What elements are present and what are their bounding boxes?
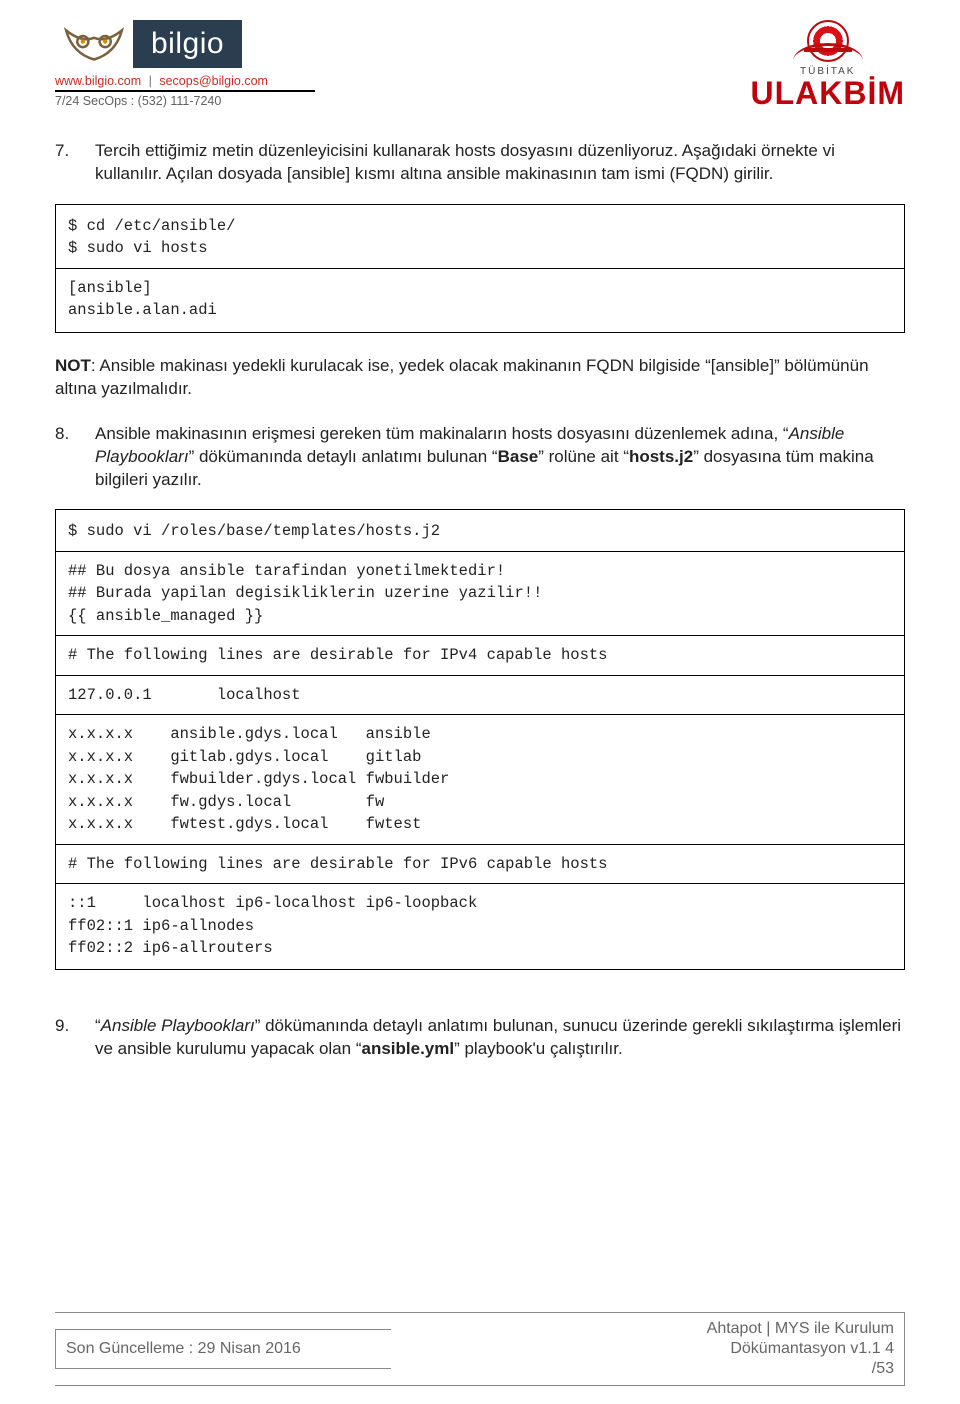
page-footer: Son Güncelleme : 29 Nisan 2016 Ahtapot |…: [55, 1312, 905, 1386]
text: ” playbook'u çalıştırılır.: [454, 1039, 623, 1058]
note-label: NOT: [55, 356, 91, 375]
header-left: bilgio www.bilgio.com | secops@bilgio.co…: [55, 20, 315, 108]
code-line: ## Bu dosya ansible tarafindan yonetilme…: [68, 562, 542, 625]
text: Ansible makinasının erişmesi gereken tüm…: [95, 424, 789, 443]
owl-logo-icon: [55, 20, 133, 68]
page-header: bilgio www.bilgio.com | secops@bilgio.co…: [55, 20, 905, 112]
text: ” dökümanında detaylı anlatımı bulunan “: [189, 447, 498, 466]
document-content: 7. Tercih ettiğimiz metin düzenleyicisin…: [55, 140, 905, 1061]
note-body: : Ansible makinası yedekli kurulacak ise…: [55, 356, 869, 398]
note-paragraph: NOT: Ansible makinası yedekli kurulacak …: [55, 355, 905, 401]
footer-page: /53: [707, 1359, 894, 1379]
list-number: 7.: [55, 140, 95, 186]
code-line: # The following lines are desirable for …: [68, 855, 608, 873]
footer-doc-info: Ahtapot | MYS ile Kurulum Dökümantasyon …: [667, 1313, 904, 1385]
list-number: 9.: [55, 1015, 95, 1061]
footer-version: Dökümantasyon v1.1 4: [707, 1339, 894, 1359]
brand-badge: bilgio: [133, 20, 242, 68]
code-line: x.x.x.x ansible.gdys.local ansible x.x.x…: [68, 725, 449, 833]
code-line: ::1 localhost ip6-localhost ip6-loopback…: [68, 894, 477, 957]
text-bold: hosts.j2: [629, 447, 693, 466]
code-block-hosts-j2: $ sudo vi /roles/base/templates/hosts.j2…: [55, 509, 905, 970]
code-line: $ cd /etc/ansible/ $ sudo vi hosts: [68, 217, 235, 257]
code-line: # The following lines are desirable for …: [68, 646, 608, 664]
list-item-9: 9. “Ansible Playbookları” dökümanında de…: [55, 1015, 905, 1061]
code-line: [ansible] ansible.alan.adi: [68, 279, 217, 319]
contact-line: www.bilgio.com | secops@bilgio.com: [55, 74, 315, 92]
footer-title: Ahtapot | MYS ile Kurulum: [707, 1319, 894, 1339]
list-item-8: 8. Ansible makinasının erişmesi gereken …: [55, 423, 905, 492]
code-line: 127.0.0.1 localhost: [68, 686, 301, 704]
header-right: TÜBİTAK ULAKBİM: [750, 20, 905, 112]
secops-line: 7/24 SecOps : (532) 111-7240: [55, 94, 315, 108]
code-line: $ sudo vi /roles/base/templates/hosts.j2: [68, 522, 440, 540]
tubitak-laurel-icon: [793, 43, 863, 61]
ulakbim-text: ULAKBİM: [750, 75, 905, 112]
list-body: Ansible makinasının erişmesi gereken tüm…: [95, 423, 905, 492]
list-number: 8.: [55, 423, 95, 492]
tubitak-logo: TÜBİTAK ULAKBİM: [750, 20, 905, 112]
text-bold: ansible.yml: [361, 1039, 454, 1058]
footer-last-updated: Son Güncelleme : 29 Nisan 2016: [55, 1329, 391, 1369]
list-body: “Ansible Playbookları” dökümanında detay…: [95, 1015, 905, 1061]
text-bold: Base: [498, 447, 539, 466]
separator: |: [149, 74, 152, 88]
list-body: Tercih ettiğimiz metin düzenleyicisini k…: [95, 140, 905, 186]
text: ” rolüne ait “: [538, 447, 629, 466]
code-block-hosts-edit: $ cd /etc/ansible/ $ sudo vi hosts [ansib…: [55, 204, 905, 333]
contact-email[interactable]: secops@bilgio.com: [159, 74, 268, 88]
text-italic: Ansible Playbookları: [101, 1016, 255, 1035]
list-item-7: 7. Tercih ettiğimiz metin düzenleyicisin…: [55, 140, 905, 186]
contact-site[interactable]: www.bilgio.com: [55, 74, 141, 88]
logo-row: bilgio: [55, 20, 315, 68]
